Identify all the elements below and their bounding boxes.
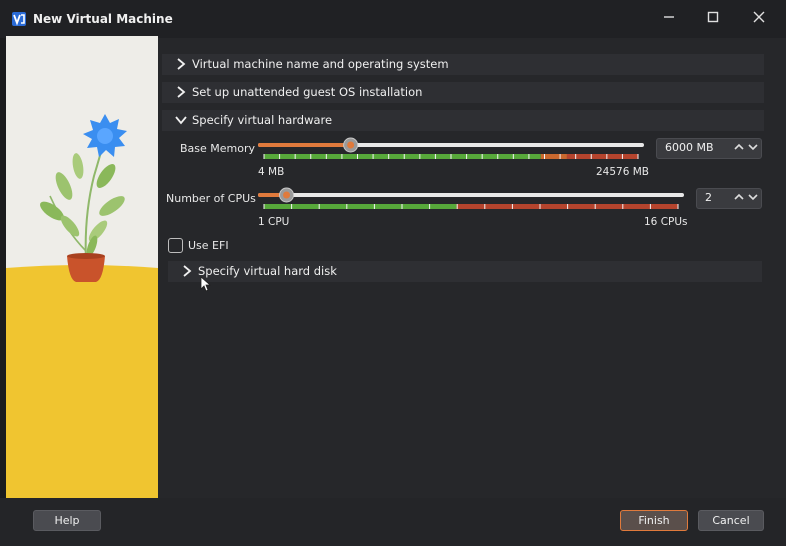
increment-icon[interactable]	[733, 190, 745, 207]
use-efi-label: Use EFI	[188, 239, 229, 252]
new-vm-dialog: New Virtual Machine Virtual machine name…	[0, 0, 786, 546]
base-memory-value: 6000 MB	[665, 141, 714, 154]
cpu-count-spinbox[interactable]: 2	[696, 188, 762, 209]
section-unattended[interactable]: Set up unattended guest OS installation	[162, 82, 764, 103]
base-memory-slider[interactable]	[256, 136, 646, 166]
maximize-icon[interactable]	[704, 10, 722, 28]
memory-min-label: 4 MB	[258, 166, 285, 178]
close-icon[interactable]	[750, 10, 768, 28]
minimize-icon[interactable]	[660, 10, 678, 28]
window-title: New Virtual Machine	[33, 12, 173, 26]
base-memory-spinbox[interactable]: 6000 MB	[656, 138, 762, 159]
dialog-footer: Help Finish Cancel	[0, 498, 786, 546]
section-label: Set up unattended guest OS installation	[192, 85, 423, 99]
virtualbox-app-icon	[12, 12, 26, 26]
cpu-count-label: Number of CPUs	[166, 192, 256, 205]
danger-zone	[566, 154, 638, 159]
decrement-icon[interactable]	[747, 140, 759, 157]
section-hard-disk[interactable]: Specify virtual hard disk	[168, 261, 762, 282]
slider-groove	[258, 193, 684, 197]
flower-pot-illustration	[6, 36, 158, 498]
slider-fill	[258, 143, 351, 147]
increment-icon[interactable]	[733, 140, 745, 157]
cancel-button[interactable]: Cancel	[698, 510, 764, 531]
cpu-min-label: 1 CPU	[258, 216, 290, 228]
base-memory-track	[258, 137, 644, 159]
cpu-max-label: 16 CPUs	[644, 216, 688, 228]
section-label: Virtual machine name and operating syste…	[192, 57, 449, 71]
base-memory-label: Base Memory	[180, 142, 256, 155]
cpu-count-slider[interactable]	[256, 186, 686, 216]
section-hardware[interactable]: Specify virtual hardware	[162, 110, 764, 131]
memory-max-label: 24576 MB	[596, 166, 650, 178]
chevron-right-icon	[183, 265, 192, 277]
finish-button[interactable]: Finish	[620, 510, 688, 531]
cpu-count-value: 2	[705, 191, 712, 204]
section-label: Specify virtual hard disk	[198, 264, 337, 278]
wizard-illustration	[6, 36, 158, 498]
help-button[interactable]: Help	[33, 510, 101, 531]
cpu-count-track	[258, 187, 684, 209]
slider-handle-center	[283, 191, 291, 199]
recommended-zone	[264, 204, 457, 209]
mouse-cursor-icon	[200, 276, 212, 292]
recommended-zone	[264, 154, 541, 159]
chevron-down-icon	[175, 116, 187, 125]
use-efi-checkbox[interactable]	[168, 238, 183, 253]
wizard-content: Virtual machine name and operating syste…	[158, 38, 778, 498]
slider-handle-center	[347, 141, 355, 149]
decrement-icon[interactable]	[747, 190, 759, 207]
section-name-os[interactable]: Virtual machine name and operating syste…	[162, 54, 764, 75]
section-label: Specify virtual hardware	[192, 113, 333, 127]
chevron-right-icon	[177, 86, 186, 98]
title-bar: New Virtual Machine	[0, 0, 786, 38]
chevron-right-icon	[177, 58, 186, 70]
